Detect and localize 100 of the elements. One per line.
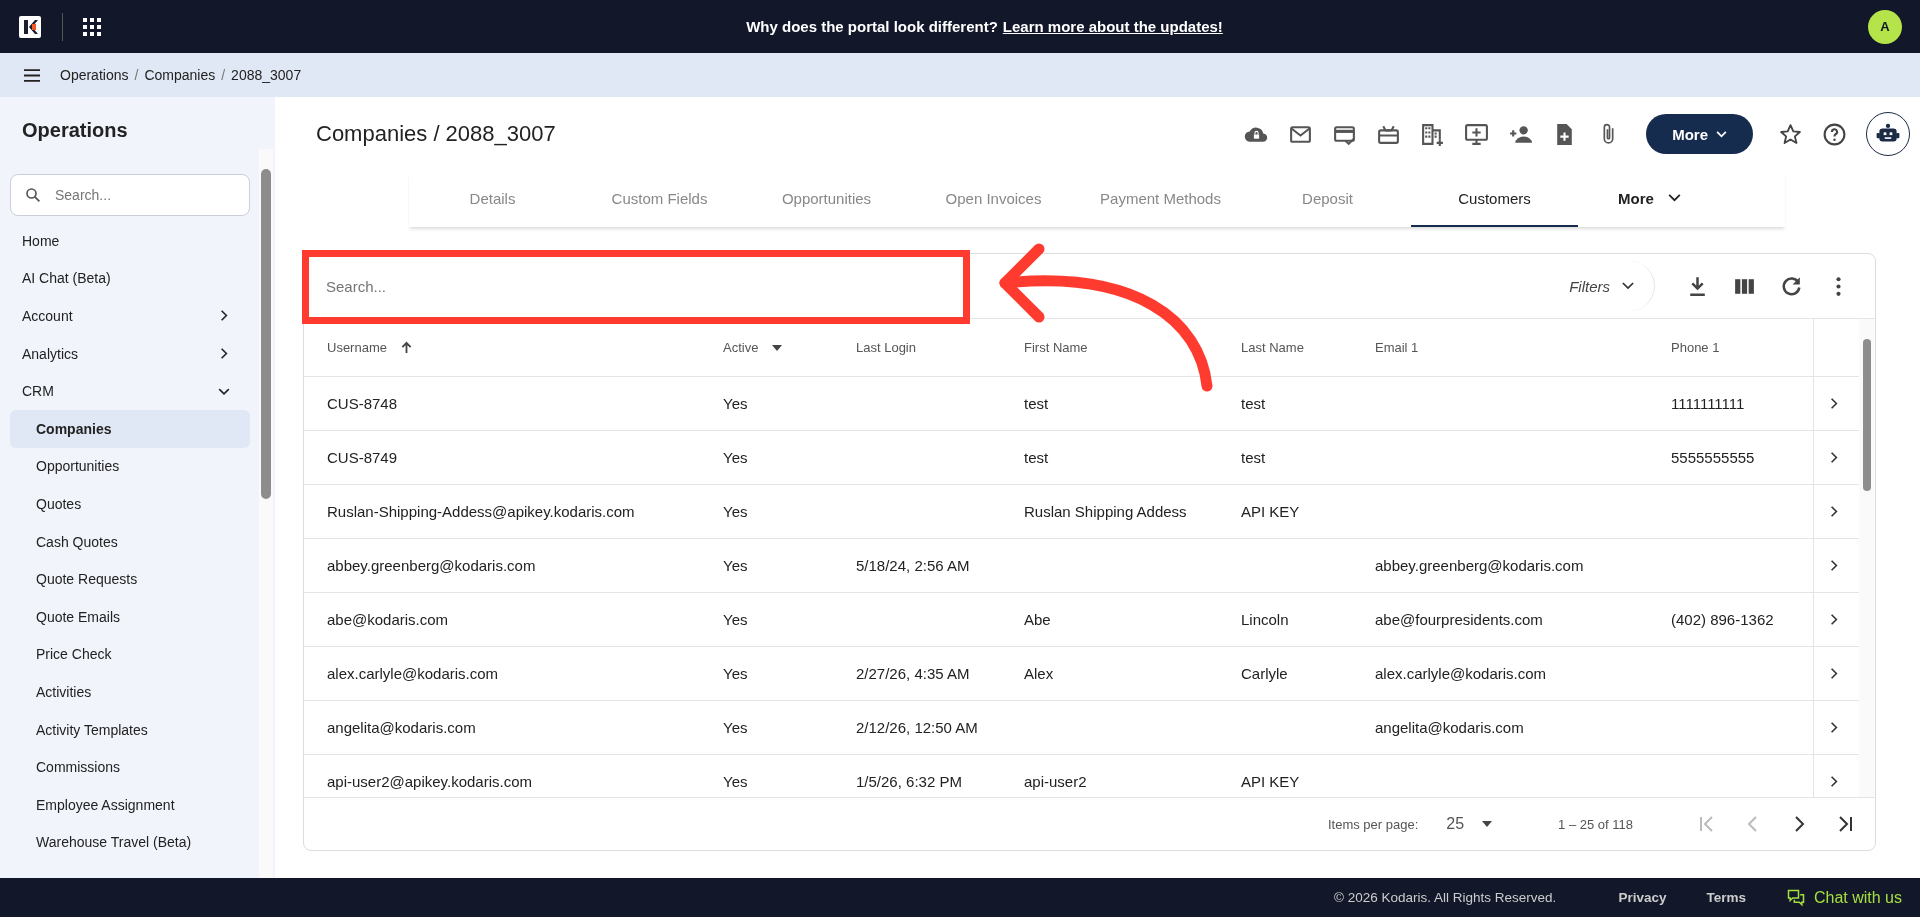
breadcrumb-separator: / [221, 67, 226, 83]
logo-icon[interactable] [18, 14, 42, 39]
chevron-right-icon[interactable] [1830, 613, 1838, 626]
table-cell: Yes [723, 557, 748, 574]
sidebar-item[interactable]: AI Chat (Beta) [10, 259, 250, 298]
tab[interactable]: Open Invoices [910, 171, 1077, 227]
column-header[interactable]: Email 1 [1352, 319, 1648, 376]
tab[interactable]: Custom Fields [576, 171, 743, 227]
footer-link[interactable]: Privacy [1618, 890, 1667, 905]
tab[interactable]: Opportunities [743, 171, 910, 227]
chat-icon [1785, 887, 1806, 908]
chat-link[interactable]: Chat with us [1785, 887, 1902, 908]
sort-up-icon [400, 341, 412, 354]
table-cell: CUS-8748 [327, 395, 398, 412]
sidebar-item[interactable]: Quote Requests [10, 560, 250, 598]
chevron-right-icon[interactable] [1830, 505, 1838, 518]
tab[interactable]: Payment Methods [1077, 171, 1244, 227]
column-header[interactable]: Last Name [1218, 319, 1352, 376]
table-cell: 5/18/24, 2:56 AM [856, 557, 970, 574]
sidebar-title: Operations [21, 118, 129, 143]
chevron-down-icon [1667, 194, 1681, 202]
tab[interactable]: Deposit [1244, 171, 1411, 227]
chevron-icon [220, 309, 228, 323]
page-size-select[interactable]: 25 [1446, 815, 1493, 833]
sidebar-item[interactable]: Quote Emails [10, 597, 250, 636]
menu-icon[interactable] [24, 68, 40, 82]
monitor-add-icon[interactable] [1464, 121, 1490, 147]
table-search-field[interactable]: Search... [324, 265, 1542, 307]
breadcrumb-link[interactable]: Companies [144, 67, 216, 83]
table-cell: test [1024, 395, 1049, 412]
table-cell: Carlyle [1241, 665, 1288, 682]
table-cell: 2/27/26, 4:35 AM [856, 665, 970, 682]
column-header[interactable]: Active [700, 319, 833, 376]
table-cell: abe@fourpresidents.com [1375, 611, 1543, 628]
apps-grid-icon[interactable] [83, 17, 101, 36]
chevron-icon [220, 347, 228, 361]
column-header[interactable]: Phone 1 [1648, 319, 1813, 376]
sidebar-item[interactable]: Home [10, 222, 250, 260]
page-title: Companies / 2088_3007 [316, 121, 556, 147]
sidebar-item[interactable]: Opportunities [10, 447, 250, 486]
table-cell: Yes [723, 719, 748, 736]
sidebar-item[interactable]: Price Check [10, 635, 250, 674]
table-cell: Yes [723, 665, 748, 682]
chevron-right-icon[interactable] [1830, 667, 1838, 680]
table-cell: Alex [1024, 665, 1054, 682]
table-cell: alex.carlyle@kodaris.com [327, 665, 499, 682]
table-cell: Yes [723, 395, 748, 412]
chevron-right-icon[interactable] [1830, 559, 1838, 572]
filters-dropdown[interactable]: Filters [1563, 261, 1655, 311]
breadcrumb-link[interactable]: Operations [60, 67, 129, 83]
building-add-icon[interactable] [1420, 121, 1446, 147]
sidebar-item[interactable]: CRM [10, 372, 250, 410]
table-cell: API KEY [1241, 503, 1300, 520]
table-cell: 5555555555 [1671, 449, 1755, 466]
breadcrumb-link[interactable]: 2088_3007 [231, 67, 302, 83]
column-header[interactable]: First Name [1001, 319, 1218, 376]
table-cell: test [1241, 449, 1266, 466]
sidebar-item[interactable]: Warehouse Travel (Beta) [10, 823, 250, 862]
updates-link[interactable]: Learn more about the updates! [1002, 18, 1223, 35]
tab[interactable]: More [1578, 171, 1785, 227]
table-cell: 2/12/26, 12:50 AM [856, 719, 978, 736]
help-icon[interactable] [1822, 121, 1847, 147]
page-range: 1 – 25 of 118 [1558, 816, 1633, 832]
scrollbar[interactable] [259, 149, 273, 878]
star-icon[interactable] [1778, 121, 1803, 147]
chevron-right-icon[interactable] [1830, 397, 1838, 410]
sidebar-item[interactable]: Analytics [10, 334, 250, 373]
chevron-icon [217, 387, 231, 396]
sidebar-item[interactable]: Commissions [10, 748, 250, 786]
table-cell: api-user2 [1024, 773, 1087, 790]
column-header[interactable]: Username [304, 319, 700, 376]
table-cell: alex.carlyle@kodaris.com [1375, 665, 1547, 682]
dropdown-icon [1482, 821, 1493, 827]
more-button[interactable]: More [1646, 114, 1753, 154]
sidebar-search-field[interactable]: Search... [10, 174, 250, 216]
sidebar-item[interactable]: Cash Quotes [10, 522, 250, 561]
breadcrumb-separator: / [134, 67, 139, 83]
scrollbar[interactable] [1859, 319, 1875, 797]
tab[interactable]: Details [409, 171, 576, 227]
search-icon [24, 186, 42, 204]
table-cell: Yes [723, 503, 748, 520]
table-cell: api-user2@apikey.kodaris.com [327, 773, 533, 790]
table-cell: test [1241, 395, 1266, 412]
chevron-right-icon[interactable] [1830, 721, 1838, 734]
column-header[interactable]: Last Login [833, 319, 1001, 376]
table-cell: angelita@kodaris.com [1375, 719, 1524, 736]
sidebar-item[interactable]: Quotes [10, 485, 250, 523]
user-avatar[interactable]: A [1868, 9, 1902, 44]
sidebar-item[interactable]: Employee Assignment [10, 785, 250, 824]
sidebar-item[interactable]: Activities [10, 673, 250, 711]
chevron-right-icon[interactable] [1830, 775, 1838, 788]
table-cell: CUS-8749 [327, 449, 398, 466]
sidebar-item[interactable]: Companies [10, 409, 250, 448]
tab[interactable]: Customers [1411, 171, 1578, 227]
chevron-right-icon[interactable] [1830, 451, 1838, 464]
sidebar-item[interactable]: Activity Templates [10, 710, 250, 749]
sidebar-item[interactable]: Account [10, 297, 250, 335]
table-cell: Yes [723, 449, 748, 466]
table-cell: Yes [723, 611, 748, 628]
footer-link[interactable]: Terms [1706, 890, 1746, 905]
